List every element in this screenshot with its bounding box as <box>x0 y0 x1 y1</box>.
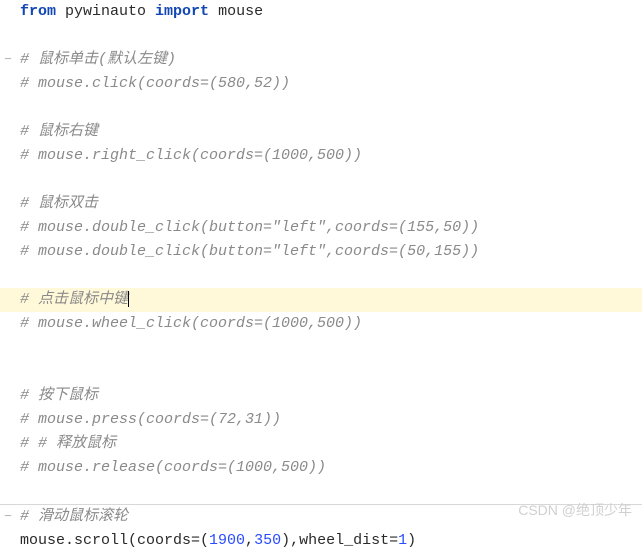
code-line-active: # 点击鼠标中键 <box>0 288 642 312</box>
code-line <box>0 96 642 120</box>
text-caret <box>128 291 129 307</box>
code-line: # mouse.release(coords=(1000,500)) <box>0 456 642 480</box>
code-line: # # 释放鼠标 <box>0 432 642 456</box>
code-line <box>0 264 642 288</box>
code-line: # mouse.wheel_click(coords=(1000,500)) <box>0 312 642 336</box>
code-line: # 鼠标单击(默认左键) <box>0 48 642 72</box>
code-line: # mouse.click(coords=(580,52)) <box>0 72 642 96</box>
code-line <box>0 336 642 360</box>
code-line: # mouse.double_click(button="left",coord… <box>0 216 642 240</box>
code-line: # 鼠标右键 <box>0 120 642 144</box>
code-line: # mouse.press(coords=(72,31)) <box>0 408 642 432</box>
code-line <box>0 360 642 384</box>
watermark-text: CSDN @绝顶少年 <box>518 500 632 520</box>
code-line: # 按下鼠标 <box>0 384 642 408</box>
code-line <box>0 168 642 192</box>
code-editor[interactable]: from pywinauto import mouse # 鼠标单击(默认左键)… <box>0 0 642 553</box>
fold-icon[interactable] <box>0 48 16 72</box>
code-line: # 鼠标双击 <box>0 192 642 216</box>
code-line: # mouse.double_click(button="left",coord… <box>0 240 642 264</box>
code-line <box>0 24 642 48</box>
keyword-import: import <box>155 3 209 20</box>
fold-icon[interactable] <box>0 505 16 529</box>
keyword-from: from <box>20 3 56 20</box>
code-line: from pywinauto import mouse <box>0 0 642 24</box>
code-line: # mouse.right_click(coords=(1000,500)) <box>0 144 642 168</box>
code-line: mouse.scroll(coords=(1900,350),wheel_dis… <box>0 529 642 553</box>
